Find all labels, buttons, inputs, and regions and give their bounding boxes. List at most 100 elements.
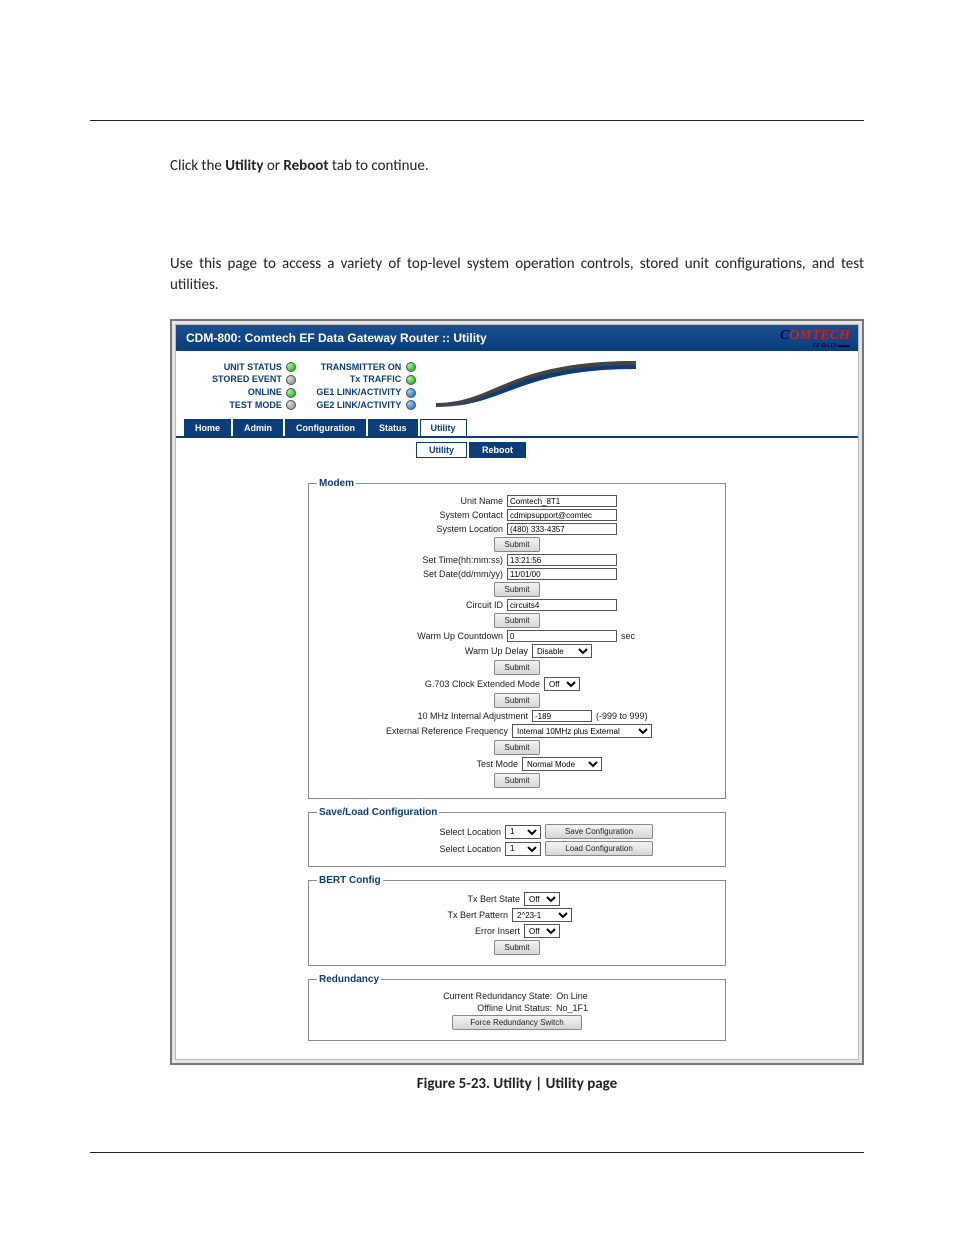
system-contact-input[interactable] bbox=[507, 509, 617, 521]
bert-pattern-select[interactable]: 2^23-1 bbox=[512, 908, 572, 922]
load-configuration-button[interactable]: Load Configuration bbox=[545, 841, 653, 856]
ext-ref-select[interactable]: Internal 10MHz plus External bbox=[512, 724, 652, 738]
set-date-label: Set Date(dd/mm/yy) bbox=[323, 569, 503, 579]
submit-button[interactable]: Submit bbox=[494, 537, 541, 552]
system-contact-label: System Contact bbox=[323, 510, 503, 520]
bold-utility: Utility bbox=[225, 157, 263, 175]
select-location-label: Select Location bbox=[381, 827, 501, 837]
led-icon bbox=[406, 388, 416, 398]
set-time-label: Set Time(hh:mm:ss) bbox=[323, 555, 503, 565]
system-location-input[interactable] bbox=[507, 523, 617, 535]
g703-label: G.703 Clock Extended Mode bbox=[360, 679, 540, 689]
tab-admin[interactable]: Admin bbox=[233, 419, 283, 436]
set-time-input[interactable] bbox=[507, 554, 617, 566]
ge1-label: GE1 LINK/ACTIVITY bbox=[316, 387, 401, 397]
redundancy-legend: Redundancy bbox=[317, 974, 381, 985]
submit-button[interactable]: Submit bbox=[494, 660, 541, 675]
sub-tabs: Utility Reboot bbox=[176, 442, 858, 458]
led-icon bbox=[406, 362, 416, 372]
main-tabs: Home Admin Configuration Status Utility bbox=[176, 419, 858, 438]
warmup-countdown-label: Warm Up Countdown bbox=[323, 631, 503, 641]
testmode-label: TEST MODE bbox=[229, 400, 282, 410]
adj-range: (-999 to 999) bbox=[596, 711, 686, 721]
unit-name-input[interactable] bbox=[507, 495, 617, 507]
stored-event-label: STORED EVENT bbox=[212, 374, 282, 384]
tab-home[interactable]: Home bbox=[184, 419, 231, 436]
unit-name-label: Unit Name bbox=[323, 496, 503, 506]
swoosh-icon bbox=[436, 361, 636, 407]
bert-state-select[interactable]: Off bbox=[524, 892, 560, 906]
warmup-countdown-input[interactable] bbox=[507, 630, 617, 642]
header-rule bbox=[90, 120, 864, 121]
intro-paragraph: Click the Utility or Reboot tab to conti… bbox=[170, 156, 864, 176]
modem-fieldset: Modem Unit Name System Contact System Lo… bbox=[308, 478, 726, 799]
transmitter-on-label: TRANSMITTER ON bbox=[321, 362, 402, 372]
text: tab to continue. bbox=[329, 157, 429, 175]
tab-utility[interactable]: Utility bbox=[420, 419, 467, 436]
decorative-swoosh bbox=[436, 361, 850, 407]
set-date-input[interactable] bbox=[507, 568, 617, 580]
redundancy-state-value: On Line bbox=[556, 991, 588, 1001]
led-icon bbox=[286, 400, 296, 410]
submit-button[interactable]: Submit bbox=[494, 773, 541, 788]
bert-state-label: Tx Bert State bbox=[380, 894, 520, 904]
submit-button[interactable]: Submit bbox=[494, 693, 541, 708]
app-window: CDM-800: Comtech EF Data Gateway Router … bbox=[175, 324, 859, 1061]
logo-sub: EF DATA ▬▬ bbox=[780, 344, 850, 348]
error-insert-select[interactable]: Off bbox=[524, 924, 560, 938]
led-icon bbox=[406, 400, 416, 410]
body-text: Click the Utility or Reboot tab to conti… bbox=[170, 156, 864, 295]
subtab-utility[interactable]: Utility bbox=[416, 442, 467, 458]
g703-select[interactable]: Off bbox=[544, 677, 580, 691]
status-right-col: TRANSMITTER ON Tx TRAFFIC GE1 LINK/ACTIV… bbox=[316, 361, 415, 412]
status-area: UNIT STATUS STORED EVENT ONLINE TEST MOD… bbox=[176, 351, 858, 420]
system-location-label: System Location bbox=[323, 524, 503, 534]
modem-legend: Modem bbox=[317, 478, 356, 489]
warmup-delay-label: Warm Up Delay bbox=[348, 646, 528, 656]
adj-input[interactable] bbox=[532, 710, 592, 722]
circuit-id-input[interactable] bbox=[507, 599, 617, 611]
figure-caption: Figure 5-23. Utility | Utility page bbox=[170, 1075, 864, 1093]
led-icon bbox=[406, 375, 416, 385]
save-configuration-button[interactable]: Save Configuration bbox=[545, 824, 653, 839]
content-area: Modem Unit Name System Contact System Lo… bbox=[176, 468, 858, 1059]
screenshot-frame: CDM-800: Comtech EF Data Gateway Router … bbox=[170, 319, 864, 1066]
led-icon bbox=[286, 375, 296, 385]
error-insert-label: Error Insert bbox=[380, 926, 520, 936]
status-left-col: UNIT STATUS STORED EVENT ONLINE TEST MOD… bbox=[212, 361, 296, 412]
test-mode-label: Test Mode bbox=[338, 759, 518, 769]
comtech-logo: CCOMTECHOMTECH EF DATA ▬▬ bbox=[780, 328, 850, 348]
submit-button[interactable]: Submit bbox=[494, 582, 541, 597]
tx-traffic-label: Tx TRAFFIC bbox=[350, 374, 402, 384]
submit-button[interactable]: Submit bbox=[494, 940, 541, 955]
spacer bbox=[170, 200, 864, 230]
bold-reboot: Reboot bbox=[283, 157, 328, 175]
circuit-id-label: Circuit ID bbox=[323, 600, 503, 610]
tab-status[interactable]: Status bbox=[368, 419, 418, 436]
offline-status-label: Offline Unit Status: bbox=[352, 1003, 552, 1013]
subtab-reboot[interactable]: Reboot bbox=[469, 442, 526, 458]
tab-configuration[interactable]: Configuration bbox=[285, 419, 366, 436]
text: or bbox=[263, 157, 283, 175]
test-mode-select[interactable]: Normal Mode bbox=[522, 757, 602, 771]
led-icon bbox=[286, 388, 296, 398]
load-location-select[interactable]: 1 bbox=[505, 842, 541, 856]
footer-rule bbox=[90, 1152, 864, 1153]
saveload-fieldset: Save/Load Configuration Select Location … bbox=[308, 807, 726, 867]
description-paragraph: Use this page to access a variety of top… bbox=[170, 254, 864, 295]
force-redundancy-button[interactable]: Force Redundancy Switch bbox=[452, 1015, 582, 1030]
select-location-label: Select Location bbox=[381, 844, 501, 854]
led-icon bbox=[286, 362, 296, 372]
warmup-delay-select[interactable]: Disable bbox=[532, 644, 592, 658]
bert-pattern-label: Tx Bert Pattern bbox=[368, 910, 508, 920]
ge2-label: GE2 LINK/ACTIVITY bbox=[316, 400, 401, 410]
warmup-unit: sec bbox=[621, 631, 711, 641]
bert-fieldset: BERT Config Tx Bert State Off Tx Bert Pa… bbox=[308, 875, 726, 966]
online-label: ONLINE bbox=[248, 387, 282, 397]
redundancy-fieldset: Redundancy Current Redundancy State: On … bbox=[308, 974, 726, 1041]
submit-button[interactable]: Submit bbox=[494, 613, 541, 628]
save-location-select[interactable]: 1 bbox=[505, 825, 541, 839]
unit-status-label: UNIT STATUS bbox=[224, 362, 282, 372]
redundancy-state-label: Current Redundancy State: bbox=[352, 991, 552, 1001]
submit-button[interactable]: Submit bbox=[494, 740, 541, 755]
